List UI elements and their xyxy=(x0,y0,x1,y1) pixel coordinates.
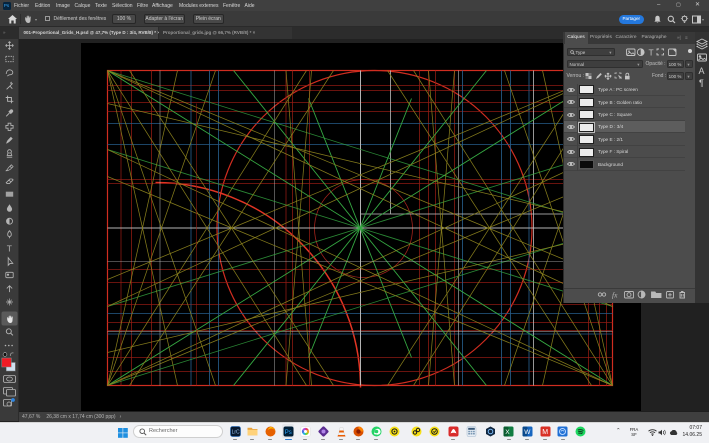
svg-text:fx: fx xyxy=(612,290,618,299)
svg-text:X: X xyxy=(505,429,510,436)
svg-text:W: W xyxy=(524,429,531,436)
svg-text:M: M xyxy=(542,429,548,436)
svg-text:¶: ¶ xyxy=(699,78,704,88)
svg-text:T: T xyxy=(649,48,654,57)
svg-text:LrC: LrC xyxy=(231,429,239,435)
svg-text:T: T xyxy=(7,243,12,253)
svg-text:Ps: Ps xyxy=(284,429,291,435)
svg-text:A: A xyxy=(699,66,705,76)
